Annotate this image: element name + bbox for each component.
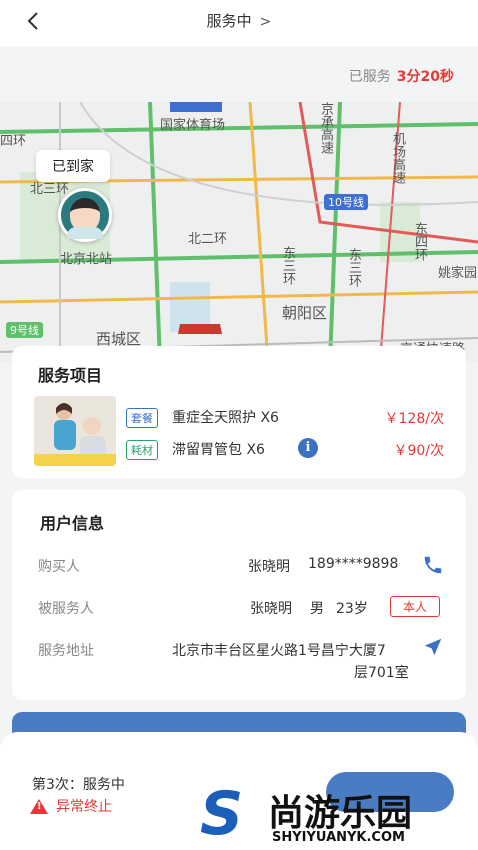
served-gender: 男 <box>310 601 324 617</box>
service-thumbnail[interactable] <box>34 396 116 466</box>
service-item-price: ￥128/次 <box>384 411 444 427</box>
map-label: 北京北站 <box>60 252 113 267</box>
user-info-card: 用户信息 购买人 张晓明 189****9898 被服务人 张晓明 男 23岁 … <box>12 490 466 700</box>
buyer-label: 购买人 <box>38 559 80 575</box>
map-label: 北二环 <box>188 232 228 247</box>
page-title-text: 服务中 <box>206 12 252 30</box>
user-info-heading: 用户信息 <box>40 514 105 533</box>
map-label: 东四环 <box>412 222 427 261</box>
address-line-1: 北京市丰台区星火路1号昌宁大厦7 <box>172 643 386 659</box>
service-items-card: 服务项目 套餐 重症全天照护 X6 ￥128/次 耗材 滞留胃管包 X6 i ￥… <box>12 346 466 478</box>
watermark-logo: S <box>200 779 244 849</box>
phone-icon <box>424 556 442 574</box>
avatar-body <box>67 227 103 239</box>
navigate-button[interactable] <box>422 636 446 660</box>
map-label: 国家体育场 <box>160 118 226 133</box>
map-label: 东三环 <box>346 248 361 287</box>
elapsed-time: 已服务 3分20秒 <box>349 66 454 86</box>
elapsed-value: 3分20秒 <box>396 69 454 85</box>
site-watermark: S 尚游乐园 SHYIYUANYK.COM <box>200 782 478 850</box>
served-label: 被服务人 <box>38 601 94 617</box>
service-item-price: ￥90/次 <box>393 443 444 459</box>
page-title[interactable]: 服务中 > <box>0 10 478 31</box>
navigation-arrow-icon <box>424 638 442 656</box>
chevron-right-icon: > <box>259 14 272 30</box>
abnormal-stop-label: 异常终止 <box>56 799 112 815</box>
buyer-phone: 189****9898 <box>308 556 399 572</box>
map-label: 东三环 <box>280 246 295 285</box>
address-label: 服务地址 <box>38 643 94 659</box>
map-label: 姚家园 <box>438 266 478 281</box>
nurse-image <box>34 396 116 466</box>
map-label: 9号线 <box>6 322 43 338</box>
service-item-name: 重症全天照护 X6 <box>172 410 279 426</box>
served-name: 张晓明 <box>250 601 292 617</box>
watermark-url: SHYIYUANYK.COM <box>272 830 405 845</box>
service-round-status: 第3次：服务中 <box>32 777 125 793</box>
warning-icon <box>30 798 48 814</box>
map-road-label: 机场高速 <box>390 132 405 184</box>
self-badge: 本人 <box>390 596 441 617</box>
address-line-2: 层701室 <box>354 665 409 681</box>
info-icon[interactable]: i <box>298 438 318 458</box>
consumable-tag: 耗材 <box>126 440 158 460</box>
map-label: 朝阳区 <box>282 304 328 322</box>
served-age: 23岁 <box>336 601 368 617</box>
map-road-label: 京承高速 <box>318 102 333 154</box>
abnormal-stop-button[interactable]: 异常终止 <box>30 796 112 816</box>
buyer-name: 张晓明 <box>248 559 290 575</box>
arrived-marker-label: 已到家 <box>36 150 110 182</box>
service-item-name: 滞留胃管包 X6 <box>172 442 265 458</box>
package-tag: 套餐 <box>126 408 158 428</box>
watermark-text: 尚游乐园 <box>268 793 413 834</box>
elapsed-label: 已服务 <box>348 69 391 85</box>
top-bar: 服务中 > <box>0 0 478 46</box>
map-label: 四环 <box>0 134 27 149</box>
caregiver-avatar-pin[interactable] <box>58 188 112 242</box>
phone-call-button[interactable] <box>422 554 446 578</box>
map-label: 10号线 <box>324 194 368 210</box>
service-items-heading: 服务项目 <box>38 366 103 385</box>
